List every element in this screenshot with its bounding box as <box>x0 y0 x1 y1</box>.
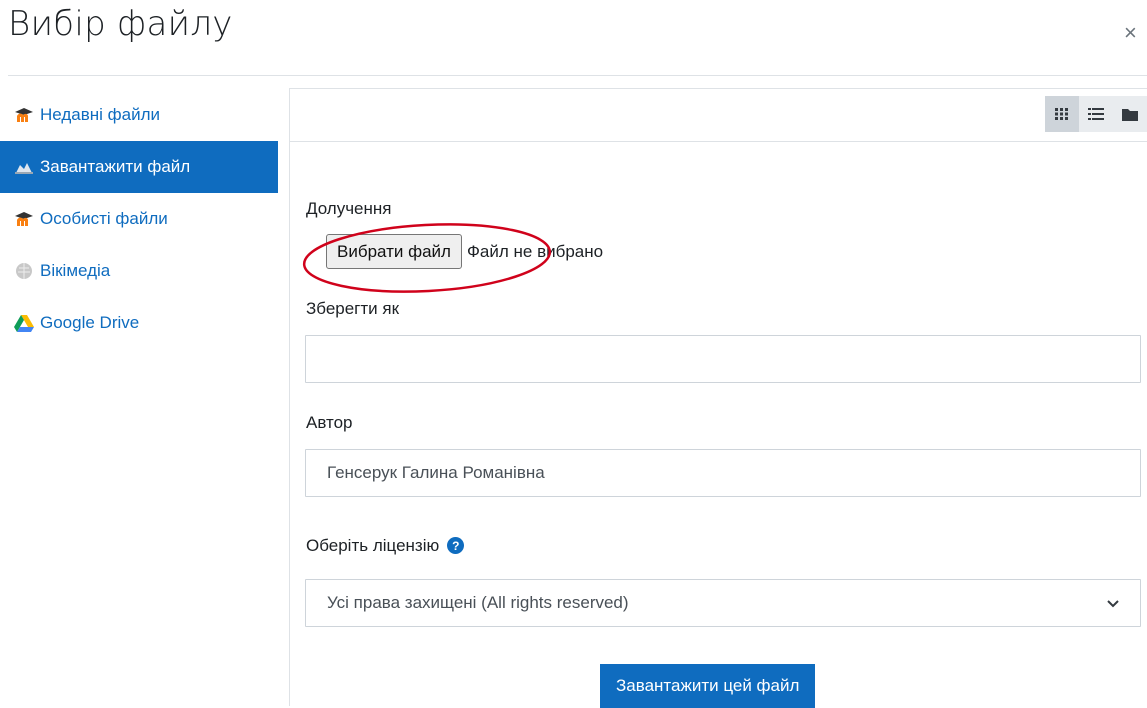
sidebar-item-label: Завантажити файл <box>40 157 191 176</box>
sidebar-item-label: Google Drive <box>40 313 140 332</box>
chevron-down-icon <box>1107 593 1119 613</box>
view-switcher <box>1045 96 1147 132</box>
upload-panel: Долучення Вибрати файл Файл не вибрано З… <box>289 88 1147 708</box>
grid-view-icon[interactable] <box>1045 96 1079 132</box>
header-divider <box>8 75 1147 76</box>
author-input[interactable] <box>305 449 1141 497</box>
sidebar-item-label: Вікімедіа <box>40 261 111 280</box>
license-label: Оберіть ліцензію <box>306 536 440 555</box>
author-label: Автор <box>306 413 353 432</box>
license-select[interactable]: Усі права захищені (All rights reserved) <box>305 579 1141 627</box>
upload-file-button[interactable]: Завантажити цей файл <box>600 664 816 708</box>
google-drive-icon <box>14 314 34 332</box>
sidebar-item-upload-file[interactable]: Завантажити файл <box>0 141 278 193</box>
repository-sidebar: Недавні файли Завантажити файл Особисті … <box>0 89 278 349</box>
sidebar-item-recent-files[interactable]: Недавні файли <box>0 89 278 141</box>
list-view-icon[interactable] <box>1079 96 1113 132</box>
sidebar-item-private-files[interactable]: Особисті файли <box>0 193 278 245</box>
moodle-icon <box>14 210 34 228</box>
sidebar-item-label: Недавні файли <box>40 105 161 124</box>
wikimedia-icon <box>14 262 34 280</box>
dialog-title: Вибір файлу <box>8 4 233 44</box>
close-icon[interactable]: × <box>1124 22 1137 44</box>
folder-view-icon[interactable] <box>1113 96 1147 132</box>
license-selected-value: Усі права захищені (All rights reserved) <box>327 593 629 612</box>
save-as-input[interactable] <box>305 335 1141 383</box>
view-toolbar <box>290 88 1147 142</box>
annotation-circle <box>302 223 552 293</box>
sidebar-item-wikimedia[interactable]: Вікімедіа <box>0 245 278 297</box>
moodle-icon <box>14 106 34 124</box>
sidebar-item-label: Особисті файли <box>40 209 168 228</box>
save-as-label: Зберегти як <box>306 299 400 318</box>
attachment-label: Долучення <box>306 199 392 218</box>
license-label-row: Оберіть ліцензію? <box>306 536 465 556</box>
help-icon[interactable]: ? <box>447 537 465 555</box>
upload-icon <box>14 158 34 176</box>
sidebar-item-google-drive[interactable]: Google Drive <box>0 297 278 349</box>
